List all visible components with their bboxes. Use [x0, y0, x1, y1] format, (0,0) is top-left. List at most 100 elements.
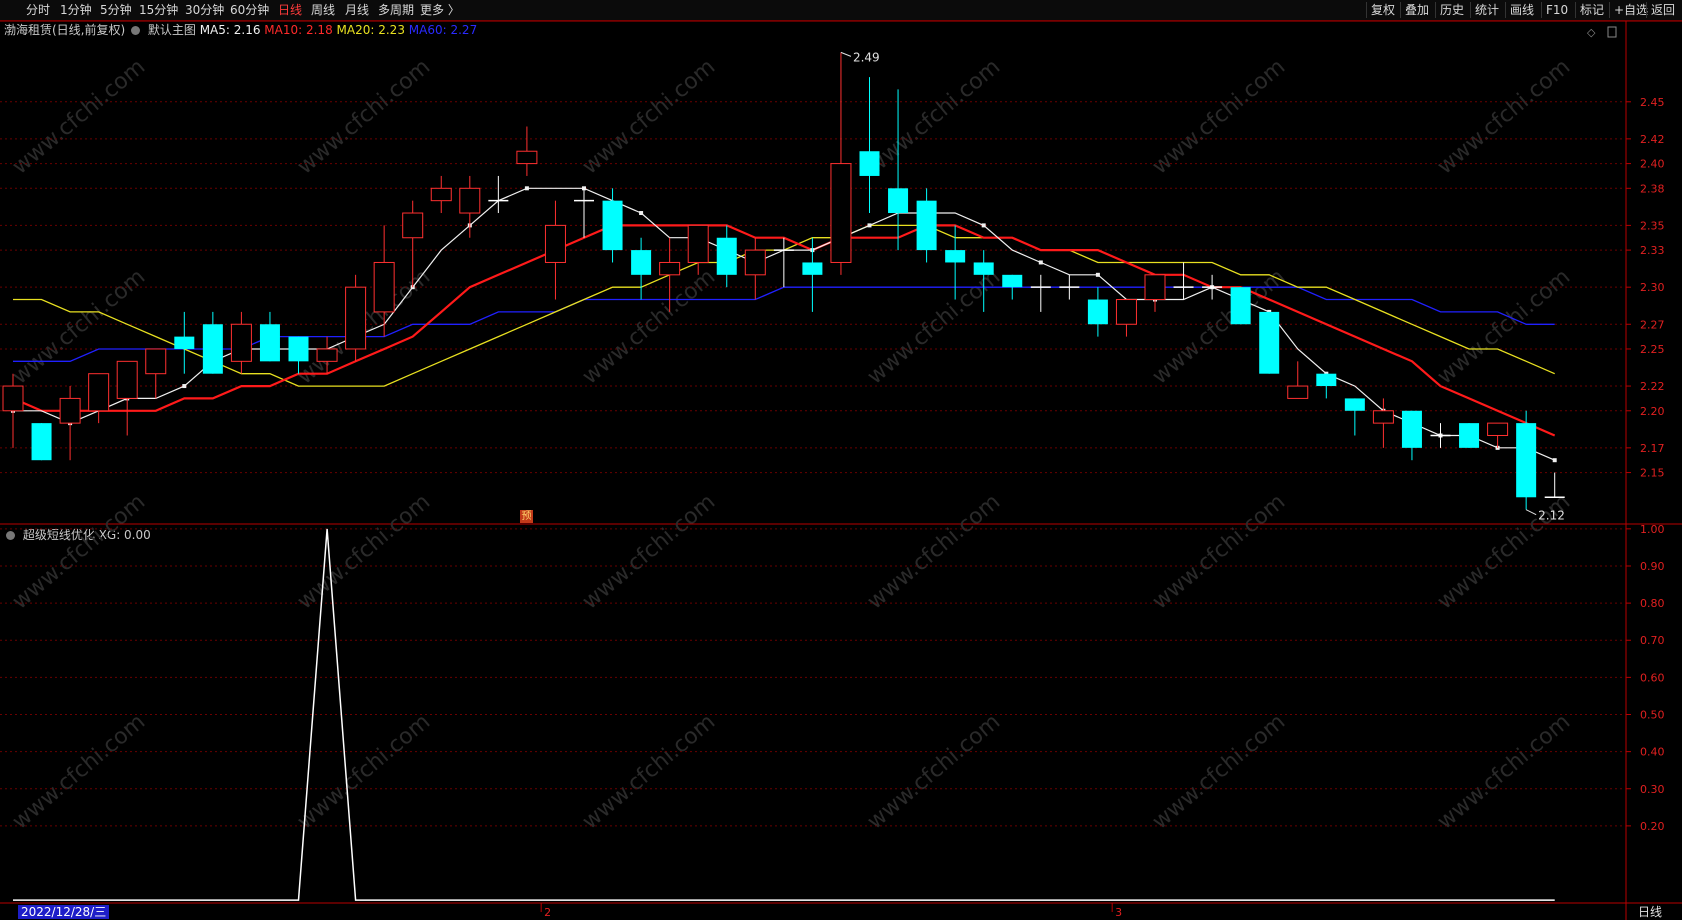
candle-body: [888, 188, 909, 214]
ma5-point: [1095, 272, 1100, 277]
candle-body: [459, 187, 481, 214]
y-tick-label: 0.40: [1640, 746, 1665, 759]
period-button[interactable]: 日线: [1638, 904, 1662, 920]
candle-body: [1287, 385, 1309, 399]
candle-body: [31, 423, 52, 461]
y-tick-label: 1.00: [1640, 523, 1665, 536]
candle-body: [1516, 423, 1537, 498]
candle-body: [602, 200, 623, 251]
y-tick-label: 2.15: [1640, 467, 1665, 480]
ma5-point: [1038, 260, 1043, 265]
y-tick-label: 2.27: [1640, 318, 1665, 331]
y-tick-label: 2.45: [1640, 96, 1665, 109]
candle-body: [1259, 311, 1280, 374]
candle-body: [1002, 274, 1023, 288]
y-tick-label: 0.90: [1640, 560, 1665, 573]
candle-body: [88, 373, 110, 412]
candle-body: [116, 360, 138, 399]
watermark-text: www.cfchi.com: [293, 489, 435, 614]
watermark-text: www.cfchi.com: [293, 54, 435, 179]
y-tick-label: 2.42: [1640, 133, 1665, 146]
candle-body: [316, 348, 338, 362]
watermark-text: www.cfchi.com: [863, 709, 1005, 834]
candle-body: [1316, 373, 1337, 387]
candle-body: [1459, 423, 1480, 448]
month-label: 2: [544, 906, 551, 919]
y-tick-label: 2.20: [1640, 405, 1665, 418]
candle-body: [945, 250, 966, 263]
candle-body: [1087, 299, 1108, 325]
y-tick-label: 0.70: [1640, 634, 1665, 647]
watermark-text: www.cfchi.com: [8, 489, 150, 614]
candle-body: [802, 262, 823, 275]
y-tick-label: 2.33: [1640, 244, 1665, 257]
y-tick-label: 0.50: [1640, 709, 1665, 722]
candle-body: [259, 324, 280, 362]
candle-body: [1344, 398, 1365, 411]
candle-body: [345, 286, 367, 350]
watermark-text: www.cfchi.com: [1433, 264, 1575, 389]
month-label: 3: [1115, 906, 1122, 919]
high-marker-arrow: [840, 51, 852, 57]
candle-body: [202, 324, 223, 374]
xg-line: [13, 528, 1555, 901]
watermark-text: www.cfchi.com: [863, 54, 1005, 179]
candle-body: [1144, 274, 1166, 301]
kline-chart[interactable]: www.cfchi.com www.cfchi.com www.cfchi.com w…: [0, 0, 1682, 920]
candle-body: [430, 187, 452, 202]
watermark-text: www.cfchi.com: [863, 489, 1005, 614]
watermark-text: www.cfchi.com: [293, 709, 435, 834]
watermark-text: www.cfchi.com: [578, 489, 720, 614]
candle-body: [174, 336, 195, 349]
candle-body: [59, 397, 81, 424]
candle-body: [288, 336, 309, 362]
candle-body: [916, 200, 937, 251]
y-tick-label: 2.22: [1640, 380, 1665, 393]
y-tick-label: 2.40: [1640, 158, 1665, 171]
candle-body: [1230, 287, 1251, 325]
ma5-point: [524, 186, 529, 191]
y-tick-label: 2.25: [1640, 343, 1665, 356]
candle-body: [973, 262, 994, 275]
y-tick-label: 2.17: [1640, 442, 1665, 455]
candle-body: [830, 163, 852, 263]
candle-body: [659, 261, 681, 276]
candle-body: [744, 249, 766, 276]
ma5-point: [639, 211, 644, 216]
watermark-text: www.cfchi.com: [578, 54, 720, 179]
candle-body: [1372, 410, 1394, 424]
candle-body: [1487, 422, 1509, 436]
y-tick-label: 2.38: [1640, 182, 1665, 195]
ma5-point: [1552, 458, 1557, 463]
y-tick-label: 2.35: [1640, 219, 1665, 232]
watermark-text: www.cfchi.com: [8, 54, 150, 179]
watermark-text: www.cfchi.com: [1148, 54, 1290, 179]
candle-body: [631, 250, 652, 275]
watermark-text: www.cfchi.com: [8, 709, 150, 834]
pre-badge: 预: [520, 510, 533, 523]
candle-body: [230, 323, 252, 362]
watermark-text: www.cfchi.com: [1433, 709, 1575, 834]
y-tick-label: 0.60: [1640, 671, 1665, 684]
candle-body: [716, 237, 737, 275]
candle-body: [2, 385, 24, 412]
candle-body: [145, 348, 167, 375]
y-tick-label: 0.30: [1640, 783, 1665, 796]
y-tick-label: 0.20: [1640, 820, 1665, 833]
candle-body: [373, 261, 395, 313]
cursor-date-label: 2022/12/28/三: [18, 905, 110, 919]
candle-body: [1401, 410, 1422, 448]
y-tick-label: 2.30: [1640, 281, 1665, 294]
watermark-text: www.cfchi.com: [1148, 709, 1290, 834]
diamond-icon: ◇: [1587, 26, 1596, 39]
ma5-point: [867, 223, 872, 228]
candle-body: [402, 212, 424, 239]
watermark-text: www.cfchi.com: [1148, 489, 1290, 614]
candle-body: [544, 224, 566, 263]
candle-body: [687, 224, 709, 263]
y-tick-label: 0.80: [1640, 597, 1665, 610]
candle-body: [516, 150, 538, 165]
ma5-point: [981, 223, 986, 228]
ma5-point: [182, 384, 187, 389]
candle-body: [859, 151, 880, 176]
